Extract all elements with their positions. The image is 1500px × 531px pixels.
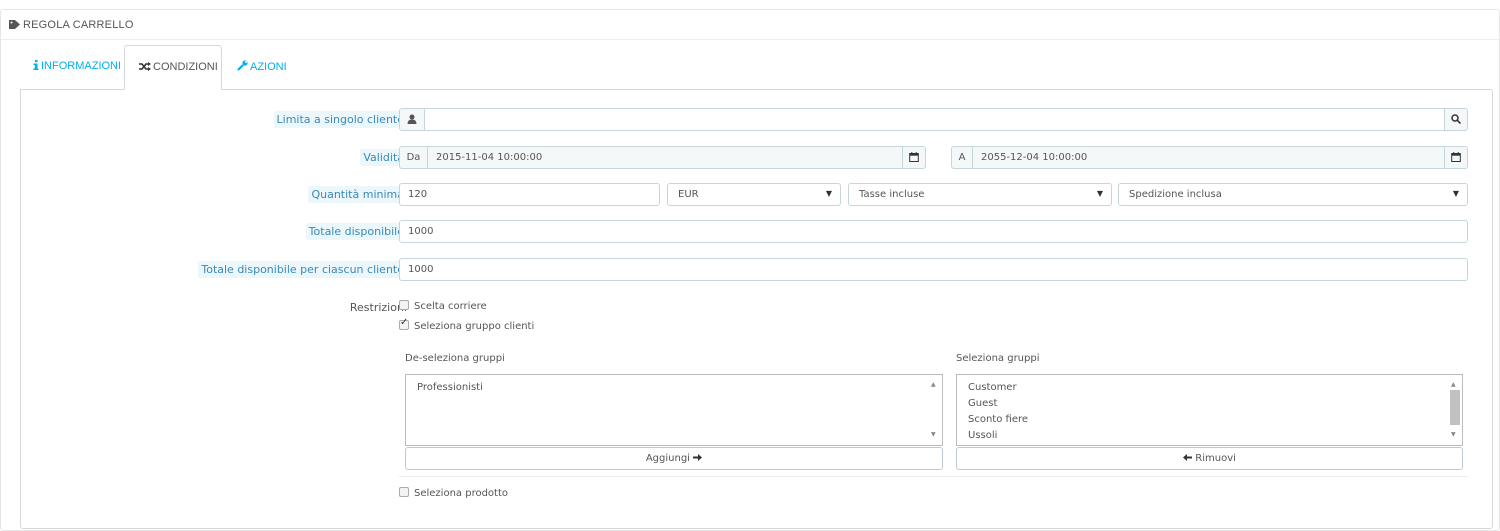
currency-value: EUR	[678, 189, 699, 200]
carrier-restriction-checkbox[interactable]: Scelta corriere	[399, 300, 487, 312]
add-group-button[interactable]: Aggiungi	[405, 447, 943, 470]
total-per-customer-label: Totale disponibile per ciascun cliente	[198, 261, 407, 278]
shipping-value: Spedizione inclusa	[1129, 189, 1222, 200]
checkbox-box[interactable]	[399, 300, 409, 310]
total-available-label: Totale disponibile	[305, 223, 407, 240]
scroll-down-icon[interactable]: ▼	[931, 427, 936, 443]
tag-icon	[9, 20, 20, 32]
list-item[interactable]: Sconto fiere	[968, 412, 1462, 428]
tab-condizioni[interactable]: CONDIZIONI	[124, 45, 222, 90]
selected-groups-list[interactable]: Customer Guest Sconto fiere Ussoli ▲ ▼	[956, 374, 1463, 446]
checkbox-label: Seleziona prodotto	[414, 488, 509, 499]
calendar-icon	[909, 152, 919, 165]
scroll-up-icon[interactable]: ▲	[931, 377, 936, 393]
currency-select[interactable]: EUR ▼	[667, 183, 841, 206]
scrollbar[interactable]: ▲ ▼	[1448, 375, 1462, 445]
shipping-select[interactable]: Spedizione inclusa ▼	[1118, 183, 1468, 206]
list-item[interactable]: Customer	[968, 380, 1462, 396]
scroll-down-icon[interactable]: ▼	[1451, 427, 1456, 443]
to-prefix: A	[951, 146, 973, 169]
search-icon	[1451, 114, 1462, 127]
chevron-down-icon: ▼	[1452, 189, 1459, 198]
customer-group-restriction-checkbox[interactable]: Seleziona gruppo clienti	[399, 317, 535, 332]
add-label: Aggiungi	[645, 453, 690, 464]
calendar-icon	[1451, 152, 1461, 165]
date-from-input[interactable]: 2015-11-04 10:00:00	[427, 146, 903, 169]
shuffle-icon	[139, 61, 153, 73]
arrow-right-icon	[693, 453, 703, 464]
checkbox-label: Seleziona gruppo clienti	[414, 321, 535, 332]
panel-heading: REGOLA CARRELLO	[1, 10, 1499, 40]
unselected-groups-list[interactable]: Professionisti ▲ ▼	[405, 374, 943, 446]
total-per-customer-input[interactable]: 1000	[399, 258, 1468, 281]
product-restriction-checkbox[interactable]: Seleziona prodotto	[399, 487, 508, 499]
remove-label: Rimuovi	[1195, 453, 1236, 464]
list-item[interactable]: Professionisti	[417, 380, 942, 396]
from-prefix: Da	[399, 146, 428, 169]
scrollbar[interactable]: ▲ ▼	[928, 375, 942, 445]
list-item[interactable]: Ussoli	[968, 428, 1462, 444]
minimum-label: Quantità minima	[308, 186, 407, 203]
panel-title: REGOLA CARRELLO	[23, 19, 134, 31]
conditions-pane: Limita a singolo cliente Validità Da 201…	[20, 89, 1493, 529]
chevron-down-icon: ▼	[825, 189, 832, 198]
tab-label: AZIONI	[250, 61, 287, 73]
tax-select[interactable]: Tasse incluse ▼	[848, 183, 1112, 206]
chevron-down-icon: ▼	[1096, 189, 1103, 198]
total-available-input[interactable]: 1000	[399, 220, 1468, 243]
date-from-calendar-button[interactable]	[902, 146, 926, 169]
divider	[399, 476, 1468, 477]
minimum-amount-input[interactable]: 120	[399, 183, 660, 206]
list-item[interactable]: Guest	[968, 396, 1462, 412]
wrench-icon	[237, 60, 250, 73]
selected-groups-title: Seleziona gruppi	[956, 353, 1040, 364]
tax-value: Tasse incluse	[859, 189, 925, 200]
date-to-input[interactable]: 2055-12-04 10:00:00	[972, 146, 1445, 169]
info-icon	[33, 60, 41, 72]
customer-label: Limita a singolo cliente	[273, 111, 407, 128]
checkbox-label: Scelta corriere	[414, 301, 487, 312]
search-button[interactable]	[1444, 108, 1468, 131]
user-icon	[399, 108, 425, 131]
tab-azioni[interactable]: AZIONI	[222, 45, 302, 90]
remove-group-button[interactable]: Rimuovi	[956, 447, 1463, 470]
checkbox-box[interactable]	[399, 317, 409, 330]
checkbox-box[interactable]	[399, 487, 409, 497]
tab-label: INFORMAZIONI	[41, 60, 122, 72]
arrow-left-icon	[1183, 453, 1193, 464]
customer-search-input[interactable]	[424, 108, 1445, 131]
date-to-calendar-button[interactable]	[1444, 146, 1468, 169]
unselected-groups-title: De-seleziona gruppi	[405, 353, 505, 364]
scrollbar-thumb[interactable]	[1450, 390, 1460, 425]
tab-informazioni[interactable]: INFORMAZIONI	[20, 45, 125, 90]
tab-label: CONDIZIONI	[153, 61, 218, 73]
